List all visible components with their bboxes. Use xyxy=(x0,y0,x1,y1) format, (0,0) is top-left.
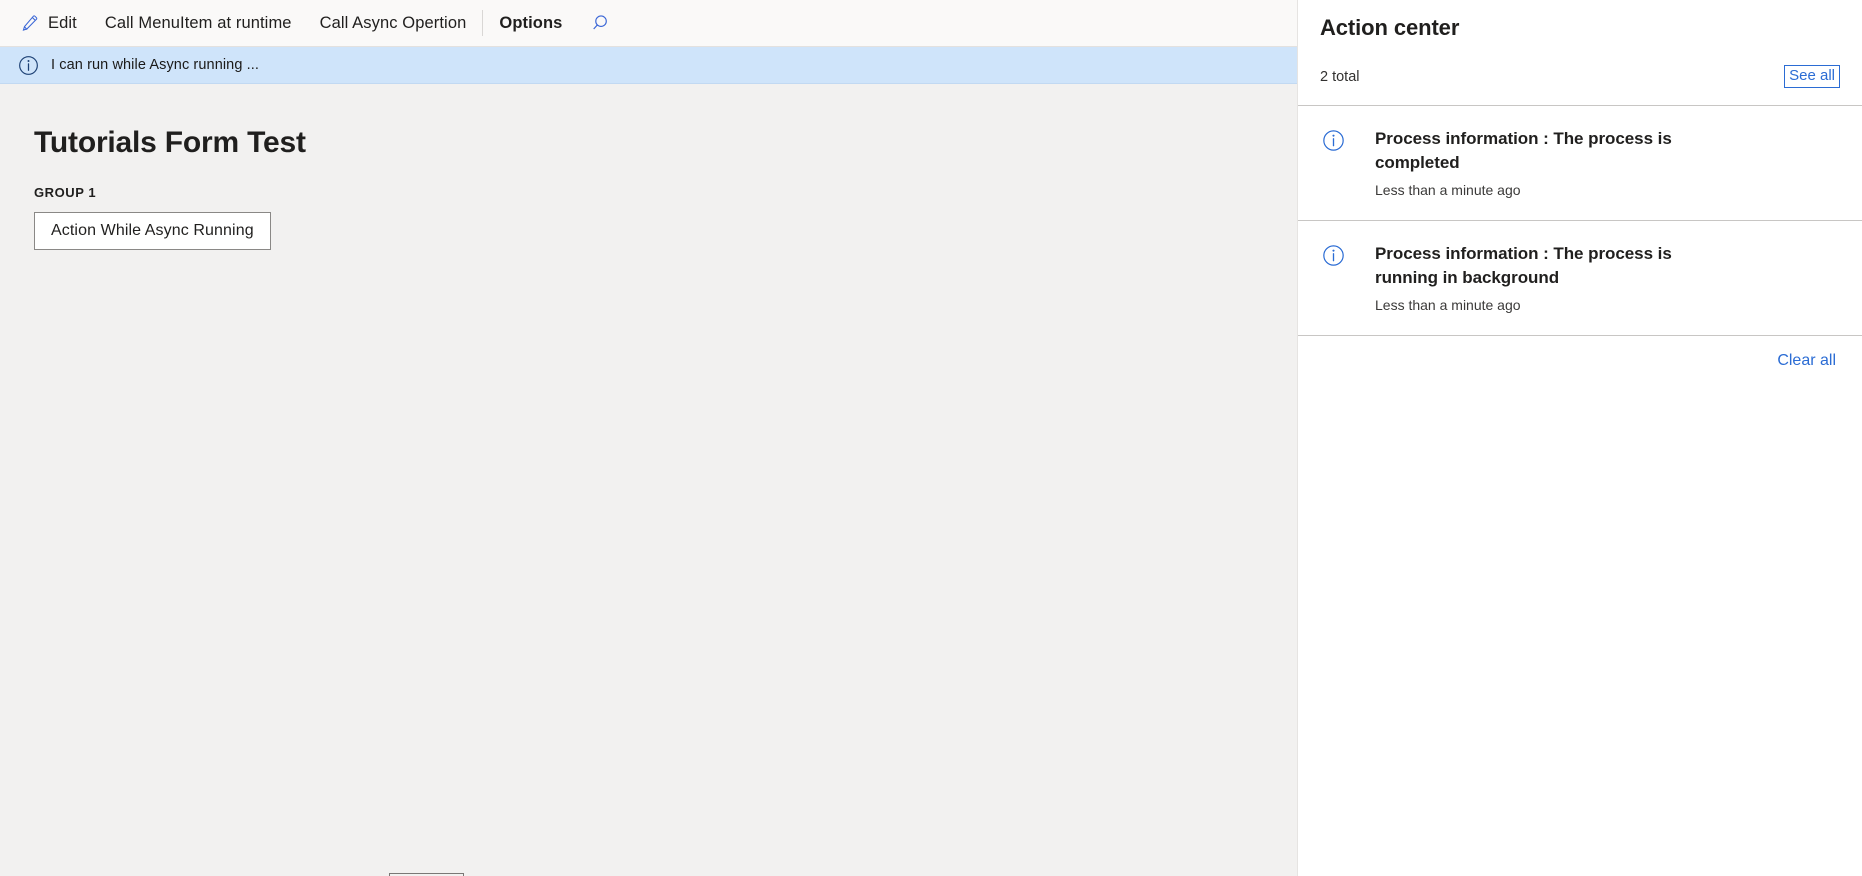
form-body: Tutorials Form Test GROUP 1 Action While… xyxy=(0,84,1297,876)
command-bar-divider xyxy=(482,10,484,36)
clear-all-button[interactable]: Clear all xyxy=(1777,352,1836,370)
notification-title: Process information : The process is run… xyxy=(1375,243,1672,288)
action-center-panel: Action center 2 total See all Process in… xyxy=(1298,0,1862,876)
info-circle-icon xyxy=(1322,129,1345,152)
notification-timestamp: Less than a minute ago xyxy=(1375,181,1521,198)
notification-count: 2 total xyxy=(1320,68,1360,85)
action-center-summary-row: 2 total See all xyxy=(1298,62,1862,92)
notification-title: Process information : The process is com… xyxy=(1375,128,1672,173)
notification-body: Process information : The process is com… xyxy=(1375,127,1840,198)
notification-item[interactable]: Process information : The process is com… xyxy=(1298,106,1862,221)
see-all-button[interactable]: See all xyxy=(1784,64,1840,89)
command-search-button[interactable] xyxy=(576,0,629,46)
info-circle-icon xyxy=(1322,244,1345,267)
search-icon xyxy=(592,13,613,34)
command-edit[interactable]: Edit xyxy=(14,0,91,46)
pencil-icon xyxy=(20,14,39,33)
action-center-header: Action center xyxy=(1298,0,1862,42)
command-call-menuitem-label: Call MenuItem at runtime xyxy=(104,13,292,32)
command-call-async-label: Call Async Opertion xyxy=(319,13,467,32)
command-bar: Edit Call MenuItem at runtime Call Async… xyxy=(0,0,1297,47)
command-call-menuitem-at-runtime[interactable]: Call MenuItem at runtime xyxy=(91,0,306,46)
command-edit-label: Edit xyxy=(48,13,77,32)
page-title: Tutorials Form Test xyxy=(34,126,306,159)
app-window: Edit Call MenuItem at runtime Call Async… xyxy=(0,0,1862,876)
info-message-bar[interactable]: I can run while Async running ... xyxy=(0,47,1297,84)
command-options-label: Options xyxy=(499,13,563,32)
notification-timestamp: Less than a minute ago xyxy=(1375,297,1521,314)
group-label: GROUP 1 xyxy=(34,185,97,200)
main-content-region: Edit Call MenuItem at runtime Call Async… xyxy=(0,0,1298,876)
command-options[interactable]: Options xyxy=(485,0,576,46)
action-center-footer: Clear all xyxy=(1298,336,1862,370)
command-call-async-operation[interactable]: Call Async Opertion xyxy=(306,0,481,46)
notification-item[interactable]: Process information : The process is run… xyxy=(1298,221,1862,337)
info-message-text: I can run while Async running ... xyxy=(51,57,260,73)
action-while-async-running-button[interactable]: Action While Async Running xyxy=(34,212,271,251)
notification-body: Process information : The process is run… xyxy=(1375,242,1840,313)
notification-list: Process information : The process is com… xyxy=(1298,104,1862,337)
action-center-title: Action center xyxy=(1320,15,1460,40)
info-circle-icon xyxy=(18,55,39,76)
